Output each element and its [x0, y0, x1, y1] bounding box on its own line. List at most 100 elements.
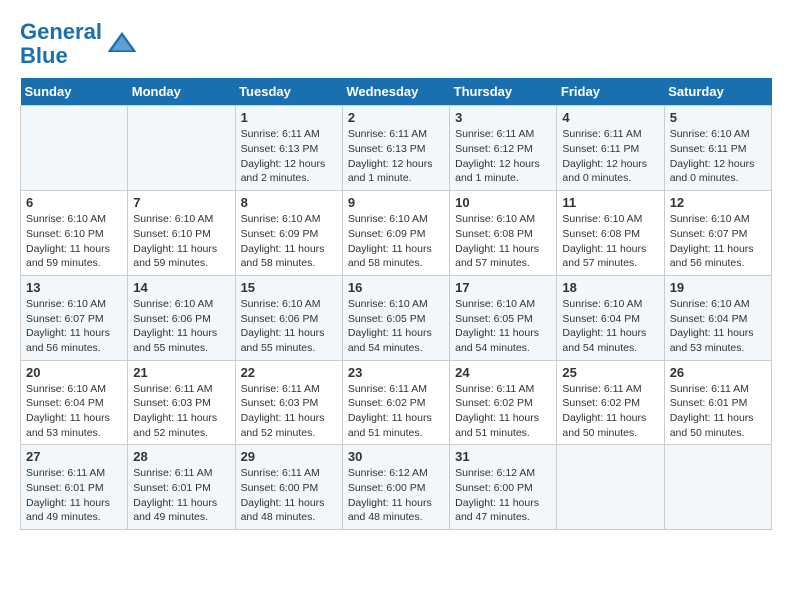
cell-sunset: Sunset: 6:04 PM: [562, 313, 640, 325]
cell-daylight: Daylight: 11 hours and 58 minutes.: [348, 243, 432, 270]
cell-sunrise: Sunrise: 6:10 AM: [26, 213, 106, 225]
day-number: 22: [241, 365, 337, 380]
cell-sunset: Sunset: 6:02 PM: [348, 397, 426, 409]
cell-sunset: Sunset: 6:03 PM: [133, 397, 211, 409]
cell-sunrise: Sunrise: 6:12 AM: [455, 467, 535, 479]
day-number: 10: [455, 195, 551, 210]
calendar-cell: [664, 445, 771, 530]
calendar-cell: 11 Sunrise: 6:10 AM Sunset: 6:08 PM Dayl…: [557, 191, 664, 276]
cell-daylight: Daylight: 11 hours and 47 minutes.: [455, 497, 539, 524]
cell-sunrise: Sunrise: 6:10 AM: [241, 213, 321, 225]
cell-daylight: Daylight: 11 hours and 49 minutes.: [26, 497, 110, 524]
cell-daylight: Daylight: 11 hours and 54 minutes.: [562, 327, 646, 354]
calendar-cell: 26 Sunrise: 6:11 AM Sunset: 6:01 PM Dayl…: [664, 360, 771, 445]
cell-sunset: Sunset: 6:09 PM: [241, 228, 319, 240]
calendar-cell: 6 Sunrise: 6:10 AM Sunset: 6:10 PM Dayli…: [21, 191, 128, 276]
calendar-cell: 9 Sunrise: 6:10 AM Sunset: 6:09 PM Dayli…: [342, 191, 449, 276]
cell-sunrise: Sunrise: 6:10 AM: [455, 213, 535, 225]
day-number: 21: [133, 365, 229, 380]
day-number: 20: [26, 365, 122, 380]
cell-daylight: Daylight: 12 hours and 0 minutes.: [562, 158, 647, 185]
cell-sunset: Sunset: 6:08 PM: [562, 228, 640, 240]
cell-sunrise: Sunrise: 6:11 AM: [455, 128, 534, 140]
page-header: GeneralBlue: [20, 20, 772, 68]
cell-sunset: Sunset: 6:09 PM: [348, 228, 426, 240]
cell-sunset: Sunset: 6:02 PM: [455, 397, 533, 409]
cell-daylight: Daylight: 11 hours and 59 minutes.: [26, 243, 110, 270]
day-number: 26: [670, 365, 766, 380]
cell-sunrise: Sunrise: 6:11 AM: [241, 128, 320, 140]
calendar-week-row: 27 Sunrise: 6:11 AM Sunset: 6:01 PM Dayl…: [21, 445, 772, 530]
cell-sunset: Sunset: 6:01 PM: [26, 482, 104, 494]
cell-sunrise: Sunrise: 6:11 AM: [455, 383, 534, 395]
cell-sunrise: Sunrise: 6:11 AM: [348, 128, 427, 140]
day-number: 27: [26, 449, 122, 464]
cell-sunrise: Sunrise: 6:10 AM: [670, 213, 750, 225]
cell-daylight: Daylight: 11 hours and 52 minutes.: [133, 412, 217, 439]
calendar-cell: 13 Sunrise: 6:10 AM Sunset: 6:07 PM Dayl…: [21, 275, 128, 360]
day-number: 11: [562, 195, 658, 210]
calendar-cell: 27 Sunrise: 6:11 AM Sunset: 6:01 PM Dayl…: [21, 445, 128, 530]
cell-daylight: Daylight: 11 hours and 54 minutes.: [455, 327, 539, 354]
cell-sunrise: Sunrise: 6:11 AM: [562, 383, 641, 395]
day-number: 8: [241, 195, 337, 210]
calendar-table: SundayMondayTuesdayWednesdayThursdayFrid…: [20, 78, 772, 530]
cell-sunrise: Sunrise: 6:10 AM: [455, 298, 535, 310]
calendar-cell: 2 Sunrise: 6:11 AM Sunset: 6:13 PM Dayli…: [342, 106, 449, 191]
day-number: 18: [562, 280, 658, 295]
cell-sunset: Sunset: 6:08 PM: [455, 228, 533, 240]
calendar-cell: 5 Sunrise: 6:10 AM Sunset: 6:11 PM Dayli…: [664, 106, 771, 191]
cell-sunrise: Sunrise: 6:10 AM: [562, 298, 642, 310]
day-number: 6: [26, 195, 122, 210]
calendar-cell: 18 Sunrise: 6:10 AM Sunset: 6:04 PM Dayl…: [557, 275, 664, 360]
cell-sunrise: Sunrise: 6:11 AM: [348, 383, 427, 395]
day-number: 13: [26, 280, 122, 295]
calendar-cell: 4 Sunrise: 6:11 AM Sunset: 6:11 PM Dayli…: [557, 106, 664, 191]
cell-sunset: Sunset: 6:00 PM: [241, 482, 319, 494]
cell-daylight: Daylight: 11 hours and 55 minutes.: [241, 327, 325, 354]
cell-sunrise: Sunrise: 6:10 AM: [133, 213, 213, 225]
calendar-cell: 21 Sunrise: 6:11 AM Sunset: 6:03 PM Dayl…: [128, 360, 235, 445]
cell-sunset: Sunset: 6:11 PM: [670, 143, 747, 155]
cell-sunrise: Sunrise: 6:10 AM: [562, 213, 642, 225]
day-number: 4: [562, 110, 658, 125]
cell-daylight: Daylight: 11 hours and 58 minutes.: [241, 243, 325, 270]
cell-daylight: Daylight: 11 hours and 50 minutes.: [670, 412, 754, 439]
calendar-cell: 3 Sunrise: 6:11 AM Sunset: 6:12 PM Dayli…: [450, 106, 557, 191]
calendar-week-row: 6 Sunrise: 6:10 AM Sunset: 6:10 PM Dayli…: [21, 191, 772, 276]
logo-text: GeneralBlue: [20, 20, 102, 68]
day-number: 19: [670, 280, 766, 295]
day-number: 9: [348, 195, 444, 210]
cell-daylight: Daylight: 12 hours and 2 minutes.: [241, 158, 326, 185]
calendar-cell: [557, 445, 664, 530]
cell-daylight: Daylight: 11 hours and 54 minutes.: [348, 327, 432, 354]
calendar-cell: 22 Sunrise: 6:11 AM Sunset: 6:03 PM Dayl…: [235, 360, 342, 445]
day-number: 12: [670, 195, 766, 210]
calendar-cell: 15 Sunrise: 6:10 AM Sunset: 6:06 PM Dayl…: [235, 275, 342, 360]
calendar-week-row: 1 Sunrise: 6:11 AM Sunset: 6:13 PM Dayli…: [21, 106, 772, 191]
cell-sunrise: Sunrise: 6:11 AM: [133, 383, 212, 395]
cell-daylight: Daylight: 11 hours and 55 minutes.: [133, 327, 217, 354]
day-header-monday: Monday: [128, 78, 235, 106]
calendar-cell: [21, 106, 128, 191]
cell-daylight: Daylight: 11 hours and 51 minutes.: [348, 412, 432, 439]
cell-daylight: Daylight: 11 hours and 59 minutes.: [133, 243, 217, 270]
cell-daylight: Daylight: 11 hours and 48 minutes.: [348, 497, 432, 524]
logo-icon: [106, 28, 138, 60]
calendar-cell: 24 Sunrise: 6:11 AM Sunset: 6:02 PM Dayl…: [450, 360, 557, 445]
day-number: 14: [133, 280, 229, 295]
day-header-saturday: Saturday: [664, 78, 771, 106]
cell-sunrise: Sunrise: 6:10 AM: [670, 298, 750, 310]
day-header-thursday: Thursday: [450, 78, 557, 106]
cell-sunset: Sunset: 6:00 PM: [348, 482, 426, 494]
day-number: 30: [348, 449, 444, 464]
cell-daylight: Daylight: 12 hours and 1 minute.: [348, 158, 433, 185]
cell-daylight: Daylight: 11 hours and 56 minutes.: [26, 327, 110, 354]
cell-sunset: Sunset: 6:06 PM: [133, 313, 211, 325]
day-number: 16: [348, 280, 444, 295]
day-header-wednesday: Wednesday: [342, 78, 449, 106]
day-number: 17: [455, 280, 551, 295]
cell-daylight: Daylight: 11 hours and 57 minutes.: [455, 243, 539, 270]
calendar-cell: 19 Sunrise: 6:10 AM Sunset: 6:04 PM Dayl…: [664, 275, 771, 360]
calendar-cell: 16 Sunrise: 6:10 AM Sunset: 6:05 PM Dayl…: [342, 275, 449, 360]
